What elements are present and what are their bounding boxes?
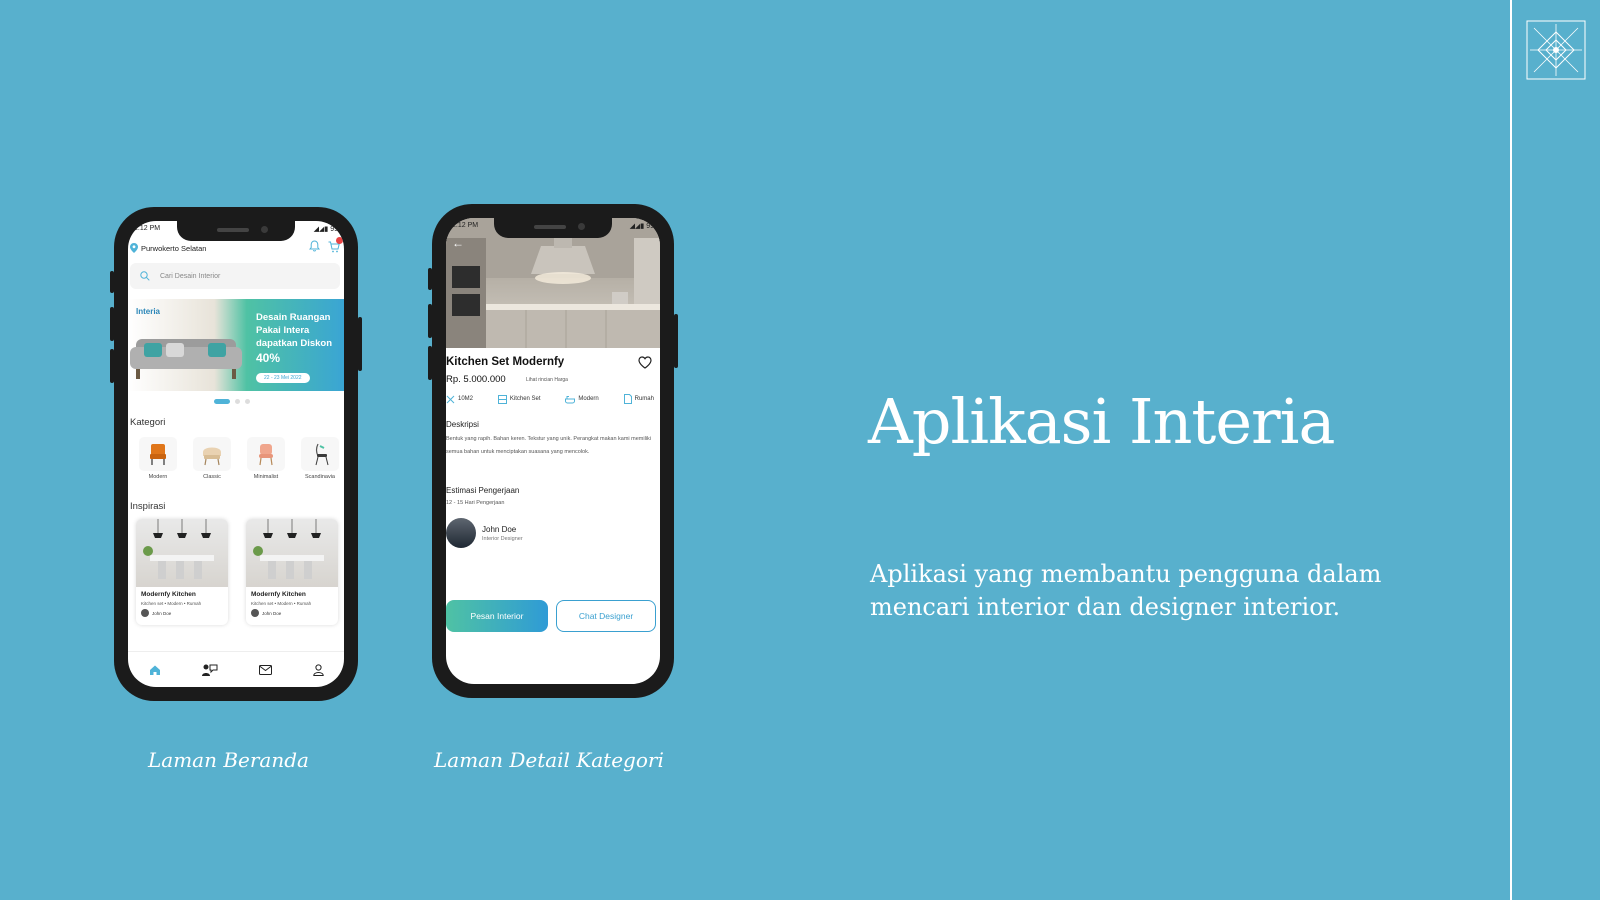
- product-title: Kitchen Set Modernfy: [446, 356, 565, 368]
- classic-chair-icon: [203, 447, 221, 466]
- category-list: Modern Classic Minimalist Scandinavia: [136, 437, 342, 480]
- banner-date: 22 - 23 Mei 2022: [256, 373, 310, 383]
- tag-style: Modern: [565, 394, 599, 404]
- heart-icon[interactable]: [638, 356, 652, 369]
- estimate-text: 12 - 15 Hari Pengerjaan: [446, 500, 505, 506]
- search-input[interactable]: Cari Desain Interior: [130, 263, 340, 289]
- home-screen: 2:12 PM ◢◢▮ 99 Purwokerto Selatan Cari D…: [128, 221, 344, 687]
- location-selector[interactable]: Purwokerto Selatan: [130, 243, 206, 253]
- detail-phone-mockup: 2:12 PM ◢◢▮ 99 ← Kitchen Set Modernfy Rp…: [428, 204, 678, 698]
- avatar: [141, 609, 149, 617]
- bell-icon[interactable]: [309, 240, 320, 252]
- back-arrow-icon[interactable]: ←: [452, 236, 464, 250]
- category-scandinavia[interactable]: Scandinavia: [298, 437, 342, 480]
- home-icon[interactable]: [149, 664, 161, 676]
- location-pin-icon: [130, 243, 138, 253]
- avatar: [446, 518, 476, 548]
- search-placeholder: Cari Desain Interior: [160, 272, 221, 280]
- estimate-heading: Estimasi Pengerjaan: [446, 486, 520, 495]
- inspiration-card[interactable]: Modernfy Kitchen Kitchen set • Modern • …: [246, 519, 338, 625]
- banner-brand: Interia: [136, 307, 161, 316]
- sofa-image: [130, 339, 242, 379]
- category-classic[interactable]: Classic: [190, 437, 234, 480]
- caption-detail: Laman Detail Kategori: [434, 748, 664, 772]
- bathtub-icon: [565, 395, 576, 403]
- scandinavia-chair-icon: [315, 443, 329, 466]
- designer-chat-icon[interactable]: [201, 663, 218, 677]
- modern-chair-icon: [150, 444, 166, 465]
- divider-line: [1510, 0, 1512, 900]
- description-heading: Deskripsi: [446, 420, 479, 429]
- document-icon: [623, 394, 632, 404]
- order-interior-button[interactable]: Pesan Interior: [446, 600, 548, 632]
- tag-size: 10M2: [446, 394, 473, 404]
- home-phone-mockup: 2:12 PM ◢◢▮ 99 Purwokerto Selatan Cari D…: [110, 207, 362, 701]
- search-icon: [140, 271, 150, 281]
- carousel-dots[interactable]: [214, 399, 250, 404]
- kitchen-image: [136, 519, 228, 587]
- mail-icon[interactable]: [258, 664, 272, 675]
- avatar: [251, 609, 259, 617]
- slide-title: Aplikasi Interia: [868, 385, 1335, 458]
- tag-place: Rumah: [623, 394, 654, 404]
- inspiration-card[interactable]: Modernfy Kitchen Kitchen set • Modern • …: [136, 519, 228, 625]
- inspiration-heading: Inspirasi: [130, 501, 166, 512]
- profile-icon[interactable]: [312, 663, 324, 676]
- bottom-nav: [128, 651, 344, 687]
- designer-name: John Doe: [482, 524, 517, 534]
- banner-headline: Desain Ruangan Pakai Intera dapatkan Dis…: [256, 312, 333, 349]
- banner-discount: 40%: [256, 351, 281, 365]
- location-label: Purwokerto Selatan: [141, 243, 207, 253]
- category-heading: Kategori: [130, 417, 166, 428]
- designer-profile[interactable]: John Doe Interior Designer: [446, 518, 523, 548]
- description-text: Bentuk yang rapih. Bahan keren. Tekstur …: [446, 436, 652, 455]
- area-icon: [446, 395, 455, 403]
- chat-designer-button[interactable]: Chat Designer: [556, 600, 656, 632]
- category-minimalist[interactable]: Minimalist: [244, 437, 288, 480]
- cart-button[interactable]: [328, 237, 343, 258]
- tag-category: Kitchen Set: [497, 394, 541, 404]
- minimalist-chair-icon: [259, 444, 273, 466]
- slide-subtitle: Aplikasi yang membantu pengguna dalam me…: [870, 560, 1382, 621]
- inspiration-list: Modernfy Kitchen Kitchen set • Modern • …: [136, 519, 338, 625]
- product-tags: 10M2 Kitchen Set Modern Rumah: [446, 394, 654, 404]
- caption-home: Laman Beranda: [148, 748, 309, 772]
- category-modern[interactable]: Modern: [136, 437, 180, 480]
- detail-screen: 2:12 PM ◢◢▮ 99 ← Kitchen Set Modernfy Rp…: [446, 218, 660, 684]
- kitchen-image: [246, 519, 338, 587]
- promo-banner[interactable]: Interia Desain Ruangan Pakai Intera dapa…: [128, 299, 344, 391]
- designer-role: Interior Designer: [482, 535, 523, 542]
- see-price-link[interactable]: Lihat rincian Harga: [526, 377, 568, 383]
- product-price: Rp. 5.000.000: [446, 374, 506, 385]
- kitchen-set-icon: [497, 394, 507, 404]
- cart-badge: [336, 237, 343, 244]
- ornament-logo-icon: [1526, 20, 1586, 80]
